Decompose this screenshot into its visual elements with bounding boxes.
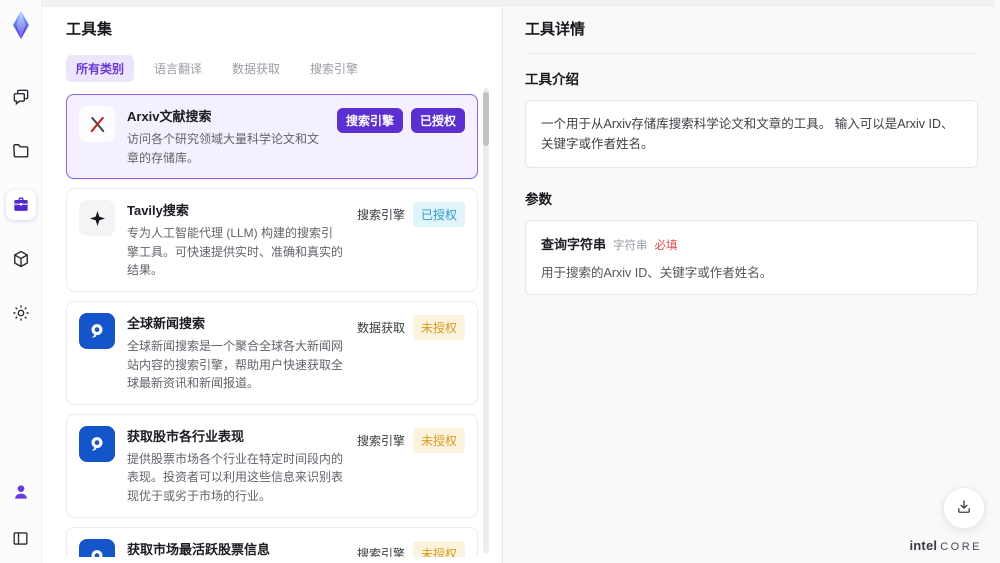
blue-app-icon [79,312,115,349]
sidebar-item-settings[interactable] [6,298,36,328]
category-tabs: 所有类别 语言翻译 数据获取 搜索引擎 [66,55,502,82]
tool-card-sector-performance[interactable]: 获取股市各行业表现 提供股票市场各个行业在特定时间段内的表现。投资者可以利用这些… [66,413,478,518]
panel-icon [11,529,30,548]
tool-name: Tavily搜索 [127,203,189,219]
blue-app-icon [79,425,115,462]
status-badge: 未授权 [412,540,465,557]
tab-search-engine[interactable]: 搜索引擎 [300,55,368,82]
app-logo-icon [6,8,36,42]
brand-intel: intel [909,538,938,553]
tool-list-panel: 工具集 所有类别 语言翻译 数据获取 搜索引擎 Arxiv文献搜索 访问各个研究… [42,0,502,563]
tab-all-categories[interactable]: 所有类别 [66,55,135,82]
chat-icon [11,87,31,107]
param-name: 查询字符串 [541,237,607,252]
tool-card-most-active-stocks[interactable]: 获取市场最活跃股票信息 提供当天交易量最高的股票列表。投资者可以利用这些信息来识… [66,526,478,557]
sidebar-item-chat[interactable] [6,82,36,112]
param-description: 用于搜索的Arxiv ID、关键字或作者姓名。 [541,266,773,280]
status-badge: 已授权 [410,108,465,133]
category-badge: 搜索引擎 [356,433,405,448]
sidebar-item-tools[interactable] [5,190,36,220]
tool-name: 获取市场最活跃股票信息 [127,541,271,557]
intro-heading: 工具介绍 [525,72,579,87]
intro-box: 一个用于从Arxiv存储库搜索科学论文和文章的工具。 输入可以是Arxiv ID… [525,100,978,168]
folder-icon [11,141,31,161]
tool-description: 访问各个研究领域大量科学论文和文章的存储库。 [127,132,320,165]
app-window: 工具集 所有类别 语言翻译 数据获取 搜索引擎 Arxiv文献搜索 访问各个研究… [0,0,1000,563]
tool-name: Arxiv文献搜索 [127,109,212,124]
gear-icon [11,303,31,323]
blue-app-icon [79,538,115,557]
cube-icon [11,249,31,269]
user-avatar-button[interactable] [6,477,36,507]
briefcase-icon [11,195,31,215]
tool-description: 专为人工智能代理 (LLM) 构建的搜索引擎工具。可快速提供实时、准确和真实的结… [127,226,344,278]
window-top-strip [42,0,995,7]
category-badge: 数据获取 [356,320,405,335]
scrollbar-thumb[interactable] [483,92,489,146]
status-badge: 未授权 [412,427,465,453]
tab-language-translation[interactable]: 语言翻译 [144,55,212,82]
tool-card-list: Arxiv文献搜索 访问各个研究领域大量科学论文和文章的存储库。 搜索引擎 已授… [66,94,478,557]
sidebar-bottom [6,477,36,553]
status-badge: 已授权 [412,202,465,228]
tool-description: 全球新闻搜索是一个聚合全球各大新闻网站内容的搜索引擎，帮助用户快速获取全球最新资… [127,338,344,391]
user-icon [11,482,31,502]
tool-card-tavily[interactable]: Tavily搜索 专为人工智能代理 (LLM) 构建的搜索引擎工具。可快速提供实… [66,188,478,292]
download-button[interactable] [943,487,985,529]
param-type: 字符串 [613,240,648,252]
category-badge: 搜索引擎 [336,108,403,133]
intro-text: 一个用于从Arxiv存储库搜索科学论文和文章的工具。 输入可以是Arxiv ID… [541,117,954,151]
brand-core: core [940,541,982,553]
tool-card-arxiv[interactable]: Arxiv文献搜索 访问各个研究领域大量科学论文和文章的存储库。 搜索引擎 已授… [66,94,478,180]
tool-detail-panel: 工具详情 工具介绍 一个用于从Arxiv存储库搜索科学论文和文章的工具。 输入可… [502,0,1000,563]
list-scrollbar[interactable] [483,88,489,553]
param-required-badge: 必填 [654,240,678,252]
sidebar-rail [0,0,42,563]
tool-card-global-news[interactable]: 全球新闻搜索 全球新闻搜索是一个聚合全球各大新闻网站内容的搜索引擎，帮助用户快速… [66,300,478,405]
sidebar-nav [5,82,36,328]
arxiv-icon [79,106,115,142]
status-badge: 未授权 [412,314,465,340]
tab-data-acquisition[interactable]: 数据获取 [222,55,290,82]
sidebar-item-models[interactable] [6,244,36,274]
tool-name: 全球新闻搜索 [127,315,206,331]
category-badge: 搜索引擎 [356,546,405,557]
page-title: 工具集 [66,21,113,38]
detail-title: 工具详情 [525,18,978,54]
params-heading: 参数 [525,192,552,207]
tool-name: 获取股市各行业表现 [127,428,245,444]
collapse-panel-button[interactable] [6,523,36,553]
category-badge: 搜索引擎 [356,208,405,223]
param-box: 查询字符串 字符串 必填 用于搜索的Arxiv ID、关键字或作者姓名。 [525,220,978,295]
tool-description: 提供股票市场各个行业在特定时间段内的表现。投资者可以利用这些信息来识别表现优于或… [127,451,344,503]
download-icon [955,498,973,519]
sidebar-item-files[interactable] [6,136,36,166]
intel-core-logo: intel core [909,538,982,553]
star-icon [79,200,115,237]
